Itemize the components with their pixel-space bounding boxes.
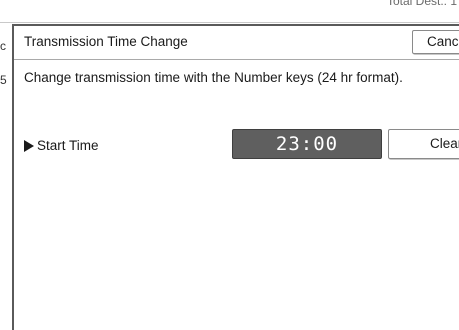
start-time-label-row: Start Time (24, 138, 99, 153)
screen: Total Dest.: 1 c 5 Transmission Time Cha… (0, 0, 459, 330)
time-minutes: 00 (313, 132, 339, 155)
transmission-time-change-dialog: Transmission Time Change Cancel Change t… (12, 24, 459, 330)
time-hours: 23 (275, 132, 301, 155)
background-divider (0, 22, 459, 23)
cancel-button-label: Cancel (427, 34, 459, 49)
background-header: Total Dest.: 1 (0, 0, 459, 24)
clear-button-label: Clear (430, 136, 459, 151)
cancel-button[interactable]: Cancel (412, 30, 459, 54)
clear-button[interactable]: Clear (388, 129, 459, 159)
dialog-title: Transmission Time Change (24, 34, 188, 49)
background-fragment-top: c (0, 39, 6, 53)
background-fragment-bottom: 5 (0, 73, 7, 87)
time-separator: : (300, 132, 314, 155)
dialog-header: Transmission Time Change (14, 26, 459, 60)
start-time-display[interactable]: 23:00 (232, 129, 382, 159)
start-time-label: Start Time (37, 138, 99, 153)
right-triangle-icon (24, 139, 34, 152)
time-value: 23:00 (275, 132, 339, 155)
destination-count-status: Total Dest.: 1 (386, 0, 457, 8)
instruction-text: Change transmission time with the Number… (24, 70, 403, 85)
